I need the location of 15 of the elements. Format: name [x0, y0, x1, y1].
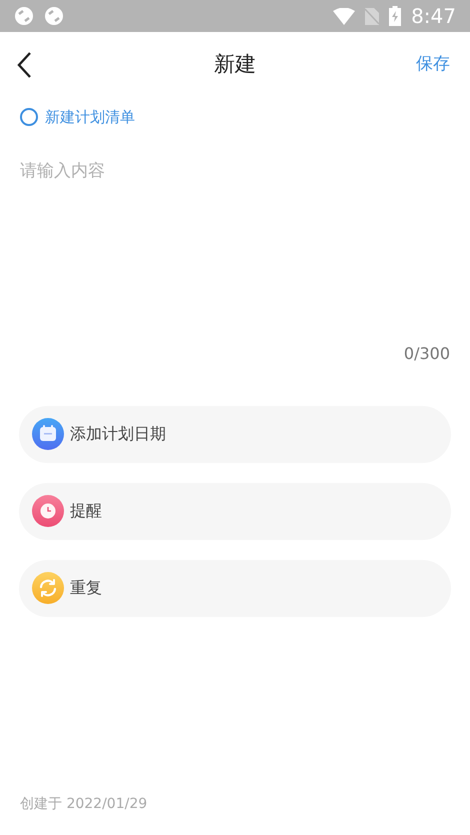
character-counter: 0/300 — [404, 342, 450, 364]
page-title: 新建 — [214, 51, 256, 78]
option-row[interactable]: 添加计划日期 — [19, 406, 451, 462]
option-row[interactable]: 重复 — [19, 560, 451, 616]
created-date: 创建于 2022/01/29 — [20, 795, 148, 814]
calendar-icon — [32, 418, 64, 450]
battery-charging-icon — [389, 6, 402, 26]
alarm-clock-icon — [32, 495, 64, 527]
content-field[interactable]: 请输入内容 — [20, 158, 450, 334]
status-time: 8:47 — [411, 3, 456, 30]
option-row[interactable]: 提醒 — [19, 482, 451, 540]
plan-list-checkbox[interactable] — [20, 108, 38, 126]
refresh-icon — [32, 572, 64, 604]
no-sim-icon — [365, 8, 380, 24]
wifi-icon — [333, 8, 356, 24]
